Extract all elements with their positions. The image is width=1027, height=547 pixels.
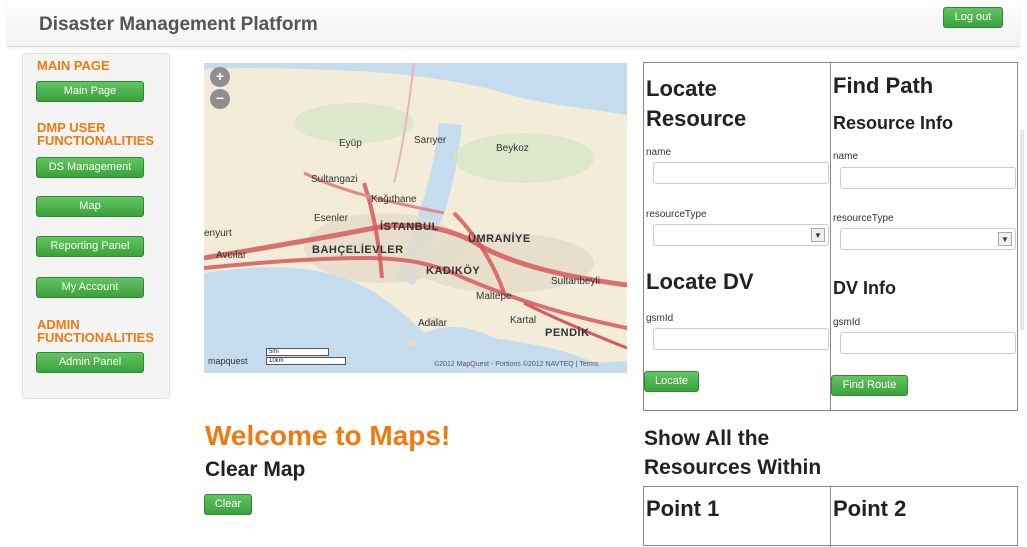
locate-gsmid-label: gsmId: [646, 313, 674, 324]
clear-button[interactable]: Clear: [204, 494, 252, 515]
map-label-istanbul: İSTANBUL: [380, 221, 439, 233]
path-resource-type-select[interactable]: ▼: [840, 228, 1016, 250]
sidebar-heading-main: MAIN PAGE: [37, 58, 110, 73]
locate-button[interactable]: Locate: [644, 371, 699, 392]
path-name-input[interactable]: [840, 167, 1016, 189]
welcome-title: Welcome to Maps!: [205, 420, 451, 451]
point-2-heading: Point 2: [833, 496, 907, 521]
map-label-esenler: Esenler: [314, 213, 348, 224]
dv-info-heading: DV Info: [833, 278, 896, 298]
show-all-heading-line-2: Resources Within: [644, 456, 822, 479]
map-label-sultanbeyli: Sultanbeyli: [551, 276, 600, 287]
map-label-maltepe: Maltepe: [476, 291, 512, 302]
clear-map-heading: Clear Map: [205, 458, 306, 481]
map-label-sultangazi: Sultangazi: [311, 174, 358, 185]
point-1-heading: Point 1: [646, 496, 720, 521]
app-title: Disaster Management Platform: [39, 14, 318, 35]
map-label-umraniye: ÜMRANİYE: [468, 233, 531, 245]
locate-resource-type-label: resourceType: [646, 209, 707, 220]
locate-findpath-panel: Locate Resource name resourceType ▼ Loca…: [643, 62, 1018, 411]
sidebar-heading-admin-2: FUNCTIONALITIES: [37, 330, 154, 345]
map-label-adalar: Adalar: [418, 318, 447, 329]
my-account-button[interactable]: My Account: [36, 277, 144, 298]
points-panel: Point 1 Point 2: [643, 486, 1018, 547]
chevron-down-icon: ▼: [811, 228, 825, 242]
locate-resource-title-1: Locate: [646, 76, 717, 101]
ds-management-button[interactable]: DS Management: [36, 157, 144, 178]
mapquest-logo: mapquest: [208, 356, 248, 366]
page-scrollbar[interactable]: [1020, 130, 1024, 330]
points-divider: [830, 487, 831, 547]
admin-panel-button[interactable]: Admin Panel: [36, 352, 144, 373]
map-attribution: ©2012 MapQuest - Portions ©2012 NAVTEQ |…: [434, 361, 599, 368]
resource-info-heading: Resource Info: [833, 113, 954, 133]
map-label-kadikoy: KADIKÖY: [426, 265, 481, 277]
path-gsmid-input[interactable]: [840, 332, 1016, 354]
map-label-kagithane: Kağıthane: [371, 194, 417, 205]
panel-divider: [830, 63, 831, 411]
map-label-eyup: Eyüp: [339, 138, 362, 149]
show-all-heading-line-1: Show All the: [644, 427, 770, 450]
scale-bar-mi: 5mi: [266, 348, 329, 356]
find-path-title: Find Path: [833, 73, 934, 98]
path-gsmid-label: gsmId: [833, 317, 861, 328]
map-label-avcilar: Avcılar: [216, 250, 247, 261]
zoom-in-button[interactable]: +: [210, 67, 230, 87]
scale-bar-km: 10km: [266, 357, 346, 365]
reporting-panel-button[interactable]: Reporting Panel: [36, 236, 144, 257]
sidebar: MAIN PAGE Main Page DMP USER FUNCTIONALI…: [22, 53, 170, 399]
map-label-esenyurt: enyurt: [204, 228, 232, 239]
top-navbar: Disaster Management Platform Log out: [7, 0, 1020, 47]
locate-resource-type-select[interactable]: ▼: [653, 224, 829, 246]
map-view[interactable]: + − Eyüp Sarıyer Beykoz Sultangazi Kağıt…: [204, 63, 627, 373]
chevron-down-icon: ▼: [998, 232, 1012, 246]
map-label-kartal: Kartal: [510, 315, 537, 326]
main-page-button[interactable]: Main Page: [36, 81, 144, 102]
logout-button[interactable]: Log out: [943, 7, 1003, 28]
show-all-heading: Show All the Resources Within: [644, 424, 904, 482]
path-resource-type-label: resourceType: [833, 213, 894, 224]
zoom-out-button[interactable]: −: [210, 89, 230, 109]
find-route-button[interactable]: Find Route: [831, 375, 908, 396]
map-label-bahcelievler: BAHÇELİEVLER: [312, 244, 404, 256]
locate-gsmid-input[interactable]: [653, 328, 829, 350]
map-label-pendik: PENDİK: [545, 327, 590, 339]
map-label-sariyer: Sarıyer: [414, 135, 447, 146]
locate-resource-title-2: Resource: [646, 106, 747, 131]
sidebar-heading-user-2: FUNCTIONALITIES: [37, 133, 154, 148]
map-label-beykoz: Beykoz: [496, 143, 529, 154]
locate-name-input[interactable]: [653, 162, 829, 184]
path-name-label: name: [833, 151, 859, 162]
map-button[interactable]: Map: [36, 196, 144, 217]
locate-name-label: name: [646, 147, 672, 158]
locate-dv-title: Locate DV: [646, 269, 754, 294]
